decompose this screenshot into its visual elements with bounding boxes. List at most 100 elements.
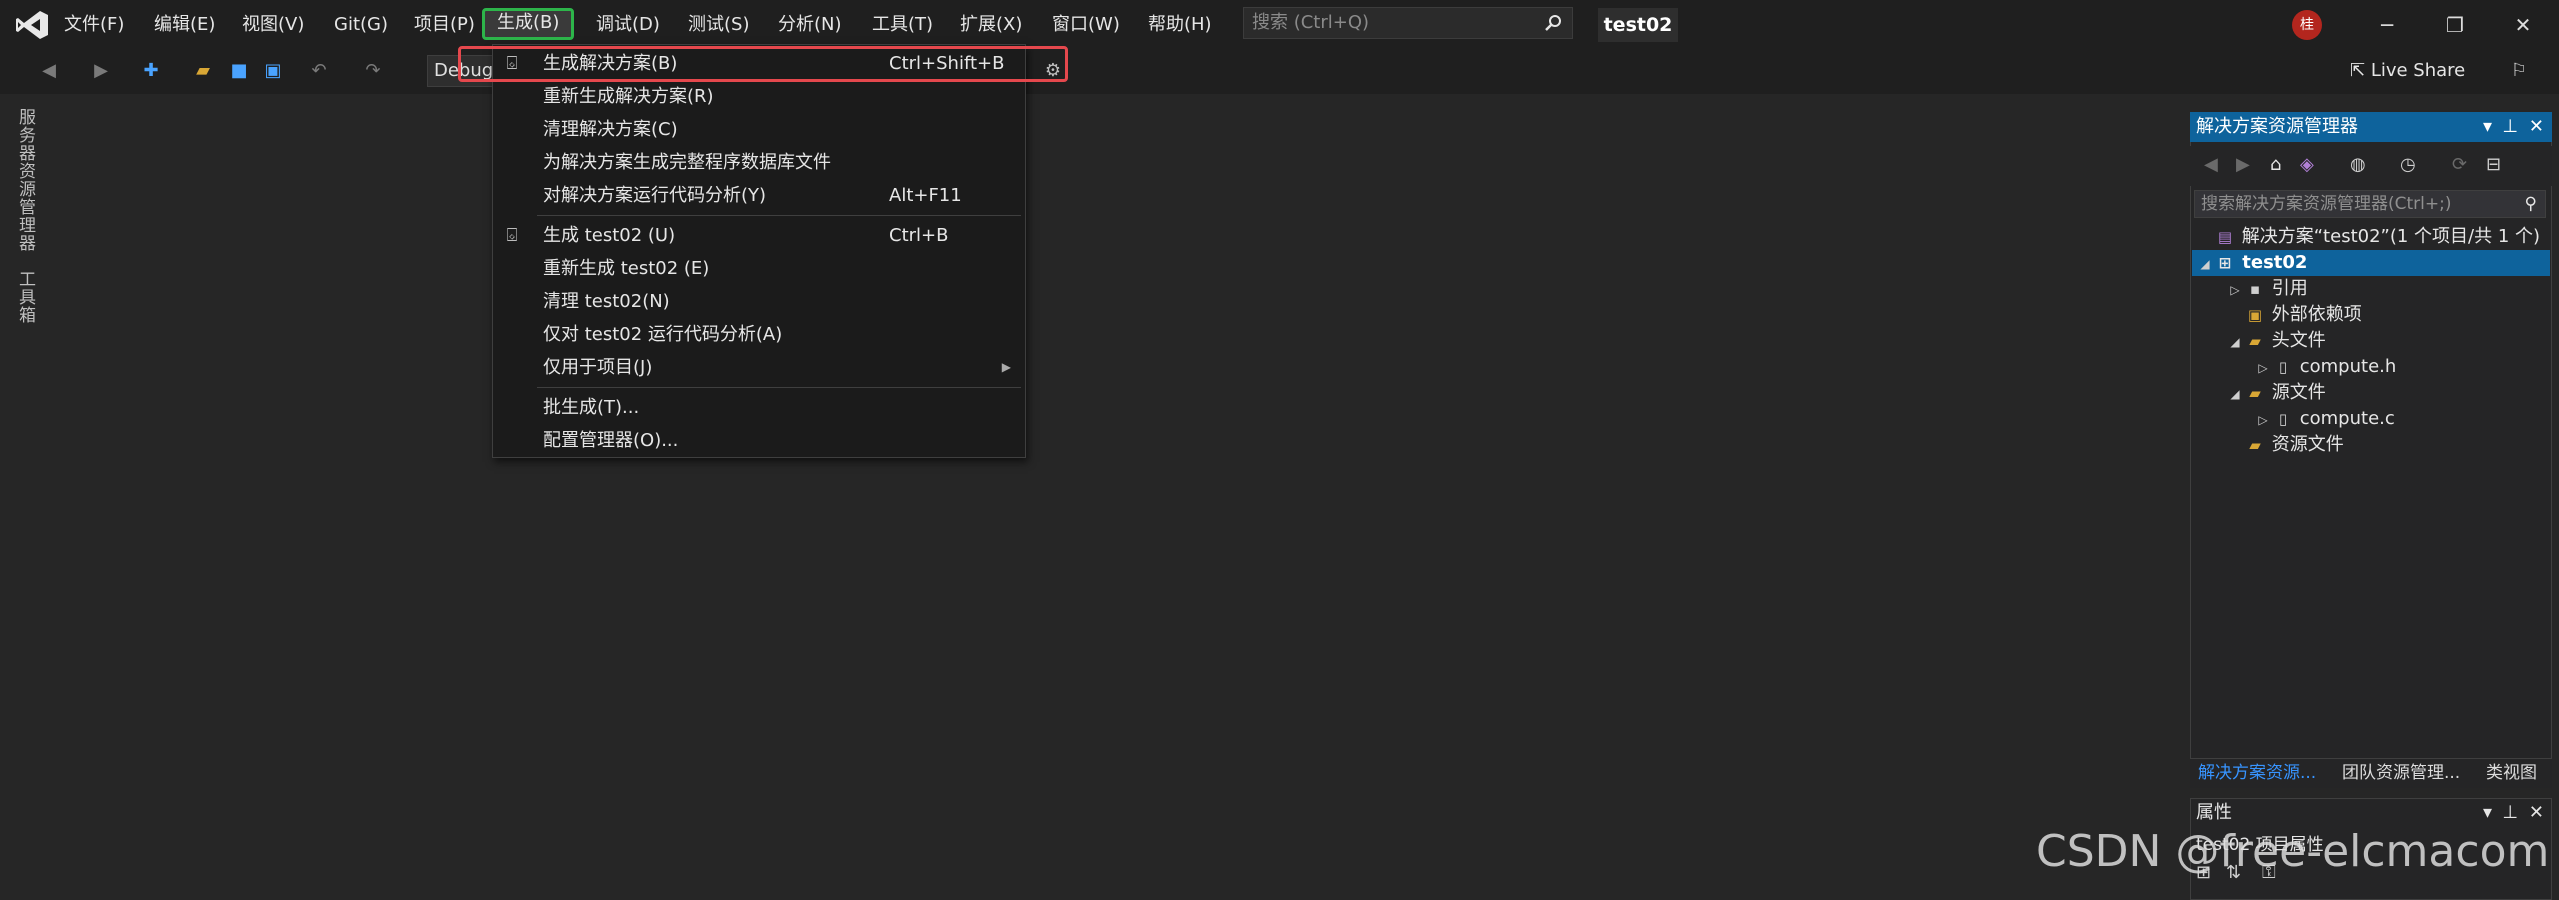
menu-item-label: 清理 test02(N)	[543, 291, 670, 312]
menu-build[interactable]: 生成(B)	[482, 8, 575, 40]
avatar[interactable]: 桂	[2292, 10, 2322, 40]
pin-icon[interactable]: ⊥	[2502, 798, 2518, 828]
tree-item-project[interactable]: ◢ ⊞ test02	[2192, 250, 2550, 276]
menu-item-run-code-analysis-solution[interactable]: 对解决方案运行代码分析(Y) Alt+F11	[493, 179, 1025, 212]
menu-separator	[537, 215, 1021, 216]
solution-title: test02	[1598, 8, 1678, 42]
build-menu-dropdown: ⌺ 生成解决方案(B) Ctrl+Shift+B 重新生成解决方案(R) 清理解…	[492, 44, 1026, 458]
forward-icon[interactable]: ▶	[88, 58, 114, 84]
close-icon[interactable]: ✕	[2529, 112, 2544, 142]
submenu-arrow-icon: ▶	[1001, 360, 1011, 374]
menu-project[interactable]: 项目(P)	[410, 10, 479, 40]
menu-item-generate-pdb[interactable]: 为解决方案生成完整程序数据库文件	[493, 146, 1025, 179]
menu-item-label: 为解决方案生成完整程序数据库文件	[543, 152, 831, 173]
dropdown-icon[interactable]: ▾	[2483, 112, 2492, 142]
solution-search-input[interactable]: 搜索解决方案资源管理器(Ctrl+;) ⚲	[2194, 190, 2546, 218]
menu-item-label: 清理解决方案(C)	[543, 119, 678, 140]
menu-item-label: 仅对 test02 运行代码分析(A)	[543, 324, 783, 345]
menu-item-label: 仅用于项目(J)	[543, 357, 653, 378]
menu-item-rebuild-solution[interactable]: 重新生成解决方案(R)	[493, 80, 1025, 113]
restore-icon[interactable]: ❐	[2440, 10, 2470, 40]
back-icon[interactable]: ◀	[2204, 154, 2218, 175]
menu-item-shortcut: Alt+F11	[889, 185, 962, 206]
redo-icon[interactable]: ↷	[360, 58, 386, 84]
home-icon[interactable]: ⌂	[2270, 154, 2281, 175]
references-icon: ▪	[2249, 280, 2261, 298]
menu-git[interactable]: Git(G)	[330, 10, 392, 40]
menu-item-clean-project[interactable]: 清理 test02(N)	[493, 285, 1025, 318]
new-project-icon[interactable]: ✚	[138, 58, 164, 84]
tree-item-source-files[interactable]: ◢ ▰ 源文件	[2226, 380, 2325, 406]
tab-team-explorer[interactable]: 团队资源管理...	[2342, 759, 2460, 787]
tab-class-view[interactable]: 类视图	[2486, 759, 2537, 787]
save-all-icon[interactable]: ▣	[260, 58, 286, 84]
solution-explorer-tabs: 解决方案资源... 团队资源管理... 类视图	[2190, 758, 2552, 788]
server-explorer-tab[interactable]: 服务器资源管理器	[10, 108, 38, 252]
toolbox-tab[interactable]: 工具箱	[10, 270, 38, 324]
menu-tools[interactable]: 工具(T)	[868, 10, 937, 40]
folder-icon: ▰	[2249, 332, 2261, 350]
menu-item-build-project[interactable]: ⌺ 生成 test02 (U) Ctrl+B	[493, 219, 1025, 252]
menu-item-configuration-manager[interactable]: 配置管理器(O)...	[493, 424, 1025, 457]
visual-studio-logo-icon[interactable]	[14, 9, 50, 41]
external-deps-icon: ▣	[2247, 306, 2263, 324]
menu-analyze[interactable]: 分析(N)	[774, 10, 846, 40]
menu-file[interactable]: 文件(F)	[60, 10, 128, 40]
tree-item-compute-c[interactable]: ▷ ▯ compute.c	[2254, 406, 2394, 432]
menu-test[interactable]: 测试(S)	[684, 10, 753, 40]
menu-debug[interactable]: 调试(D)	[592, 10, 664, 40]
tree-label: 引用	[2271, 278, 2308, 299]
tree-item-resource-files[interactable]: ▰ 资源文件	[2244, 432, 2344, 458]
close-icon[interactable]: ✕	[2508, 10, 2538, 40]
menu-extensions[interactable]: 扩展(X)	[956, 10, 1026, 40]
solution-icon: ▤	[2217, 228, 2233, 246]
search-placeholder: 搜索解决方案资源管理器(Ctrl+;)	[2201, 194, 2452, 214]
minimize-icon[interactable]: ─	[2372, 10, 2402, 40]
tree-item-compute-h[interactable]: ▷ ▯ compute.h	[2254, 354, 2396, 380]
header-file-icon: ▯	[2278, 358, 2288, 376]
live-share-button[interactable]: ⇱ Live Share	[2350, 56, 2465, 86]
menu-item-label: 批生成(T)...	[543, 397, 640, 418]
menu-item-clean-solution[interactable]: 清理解决方案(C)	[493, 113, 1025, 146]
tree-item-external-deps[interactable]: ▣ 外部依赖项	[2244, 302, 2362, 328]
switch-views-icon[interactable]: ◈	[2300, 154, 2314, 175]
search-box[interactable]: 搜索 (Ctrl+Q)	[1243, 7, 1573, 39]
refresh-icon[interactable]: ⟳	[2452, 154, 2467, 175]
project-icon: ⊞	[2218, 254, 2232, 272]
menu-item-run-code-analysis-project[interactable]: 仅对 test02 运行代码分析(A)	[493, 318, 1025, 351]
menu-item-batch-build[interactable]: 批生成(T)...	[493, 391, 1025, 424]
tree-label: test02	[2242, 252, 2308, 273]
feedback-icon[interactable]: ⚐	[2506, 58, 2532, 84]
tree-item-references[interactable]: ▷ ▪ 引用	[2226, 276, 2308, 302]
collapse-all-icon[interactable]: ⊟	[2486, 154, 2501, 175]
back-icon[interactable]: ◀	[36, 58, 62, 84]
tree-item-header-files[interactable]: ◢ ▰ 头文件	[2226, 328, 2326, 354]
menu-item-label: 生成 test02 (U)	[543, 225, 676, 246]
forward-icon[interactable]: ▶	[2236, 154, 2250, 175]
search-icon: ⚲	[2524, 194, 2537, 214]
menu-help[interactable]: 帮助(H)	[1144, 10, 1216, 40]
undo-icon[interactable]: ↶	[306, 58, 332, 84]
menu-view[interactable]: 视图(V)	[238, 10, 308, 40]
open-folder-icon[interactable]: ▰	[190, 58, 216, 84]
history-icon[interactable]: ◷	[2400, 154, 2416, 175]
tab-solution-explorer[interactable]: 解决方案资源...	[2198, 759, 2316, 787]
tree-item-solution[interactable]: ▤ 解决方案“test02”(1 个项目/共 1 个)	[2196, 224, 2540, 250]
tree-label: 头文件	[2271, 330, 2326, 351]
search-placeholder: 搜索 (Ctrl+Q)	[1252, 12, 1370, 33]
close-icon[interactable]: ✕	[2529, 798, 2544, 828]
menu-edit[interactable]: 编辑(E)	[150, 10, 219, 40]
build-icon: ⌺	[506, 225, 518, 246]
panel-title: 解决方案资源管理器	[2196, 116, 2358, 137]
menu-item-rebuild-project[interactable]: 重新生成 test02 (E)	[493, 252, 1025, 285]
menu-window[interactable]: 窗口(W)	[1048, 10, 1124, 40]
annotation-highlight-box	[458, 46, 1068, 82]
pin-icon[interactable]: ⊥	[2502, 112, 2518, 142]
pending-changes-icon[interactable]: ◍	[2350, 154, 2366, 175]
menu-item-label: 重新生成解决方案(R)	[543, 86, 714, 107]
panel-title: 属性	[2196, 802, 2232, 823]
menu-item-project-only[interactable]: 仅用于项目(J) ▶	[493, 351, 1025, 384]
dropdown-icon[interactable]: ▾	[2483, 798, 2492, 828]
save-icon[interactable]: ■	[226, 58, 252, 84]
tree-label: 外部依赖项	[2271, 304, 2362, 325]
